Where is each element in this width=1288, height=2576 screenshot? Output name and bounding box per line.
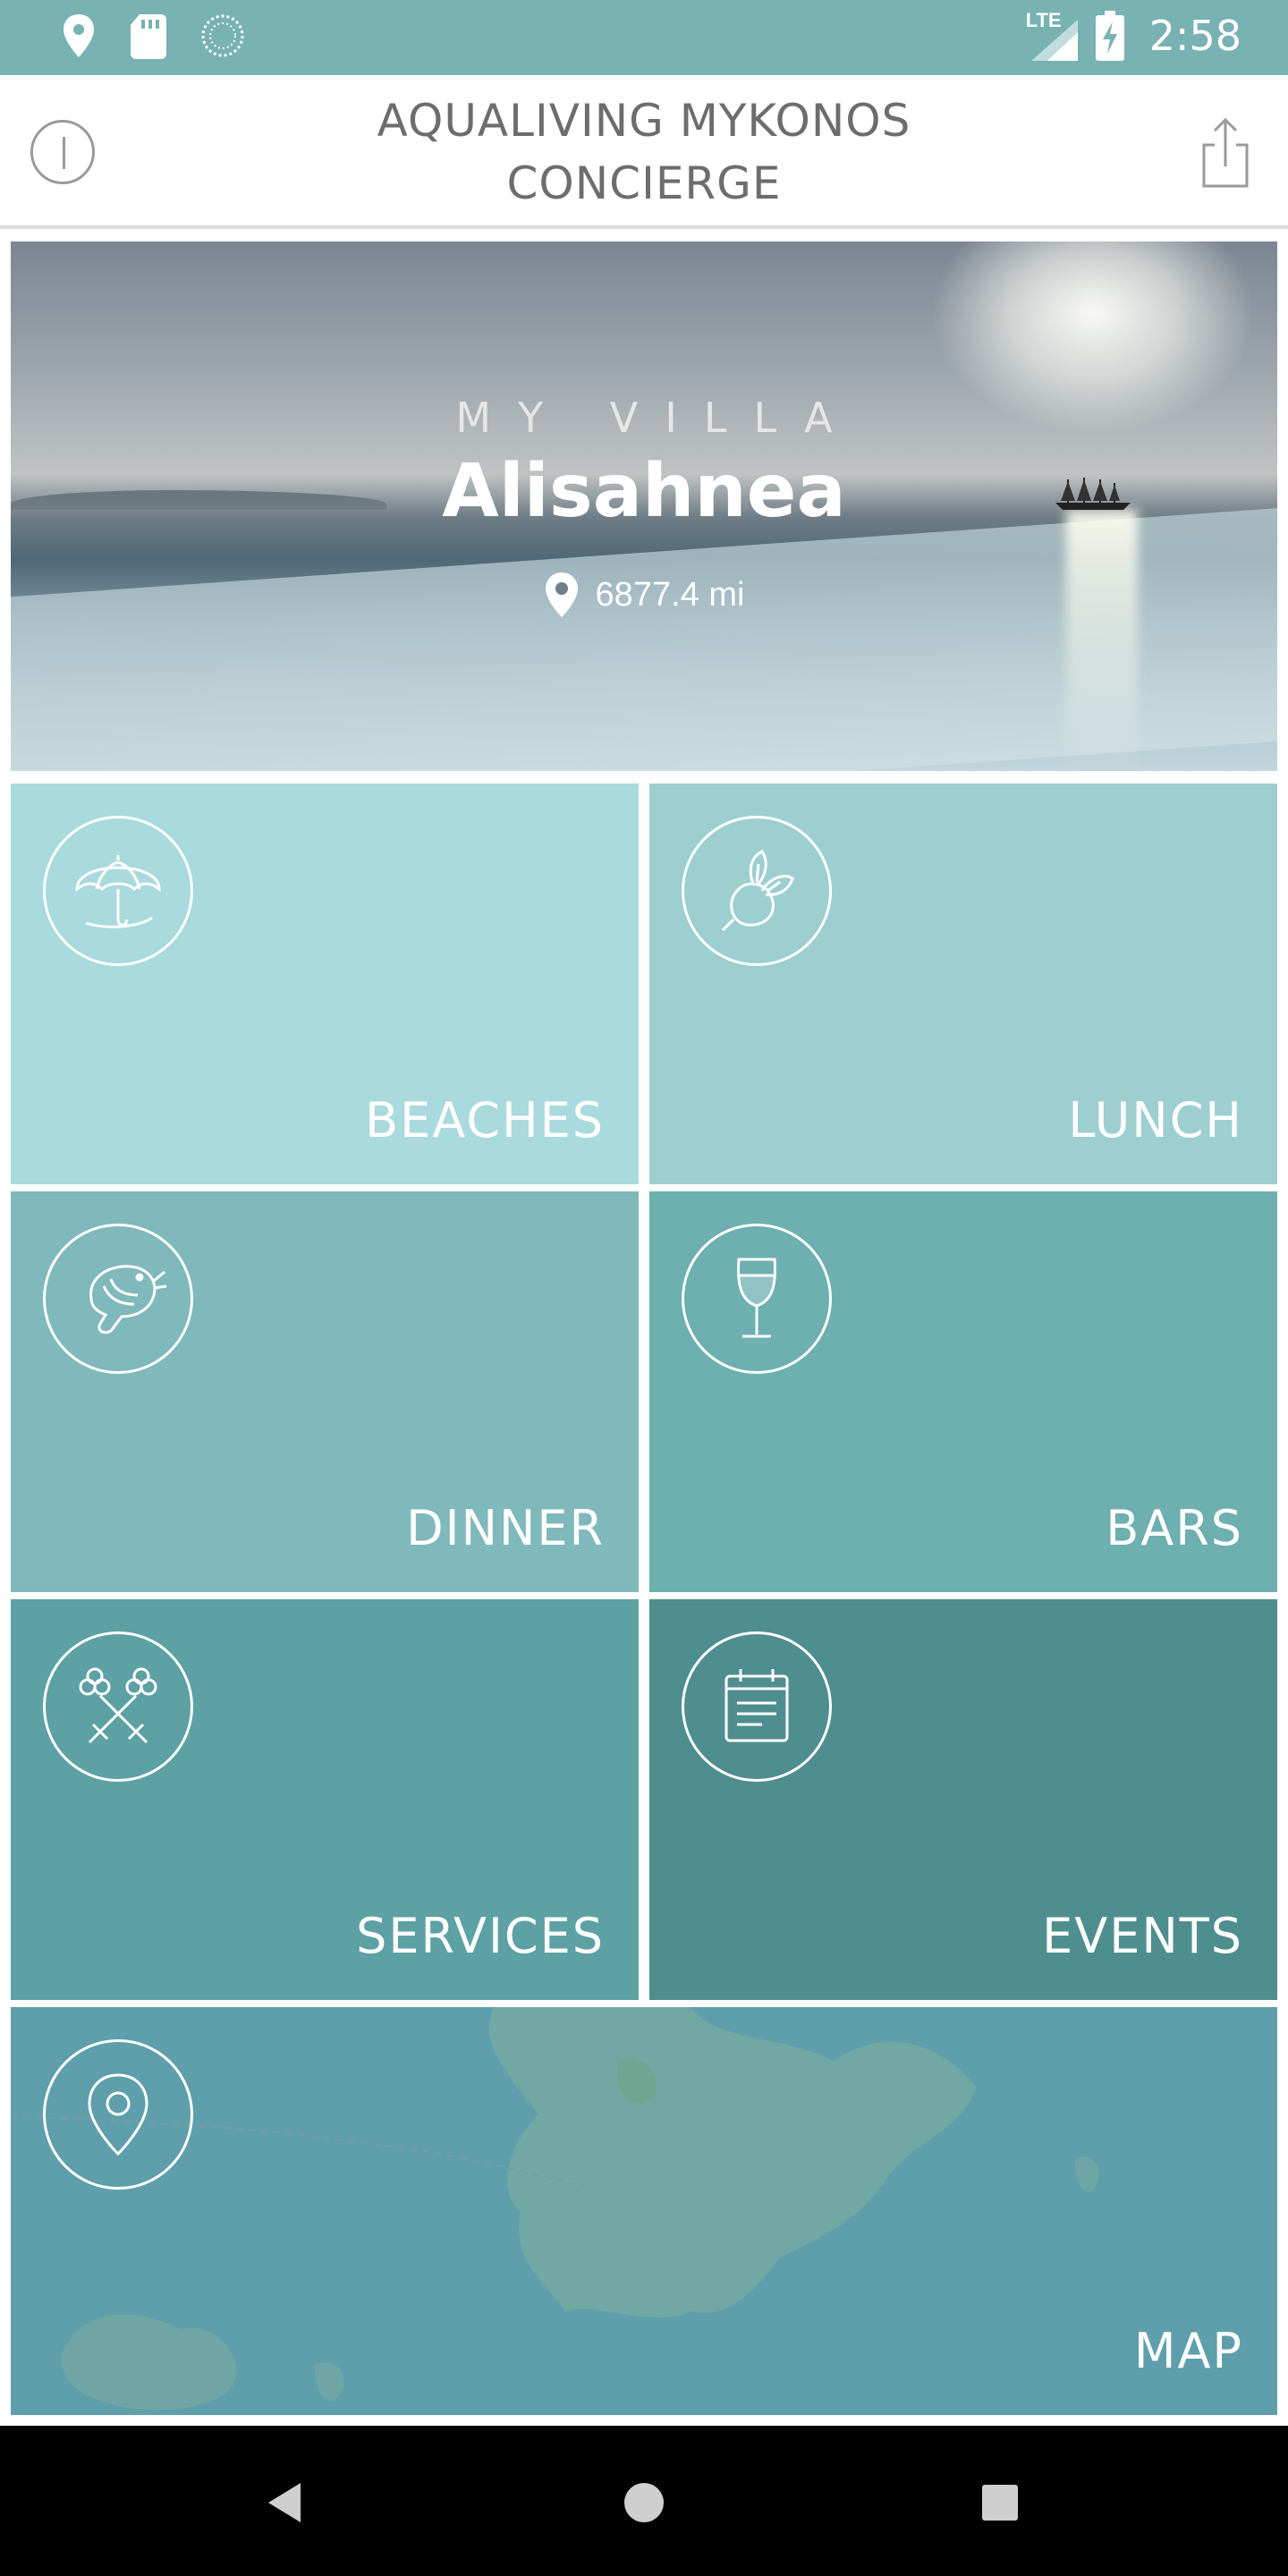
villa-hero[interactable]: MY VILLA Alisahnea 6877.4 mi — [11, 242, 1277, 771]
tile-services[interactable]: SERVICES — [11, 1599, 639, 2000]
tile-label: LUNCH — [1068, 1092, 1243, 1148]
sd-card-icon — [131, 14, 166, 59]
tile-dinner[interactable]: DINNER — [11, 1191, 639, 1592]
wine-glass-icon — [682, 1224, 832, 1374]
location-icon — [64, 14, 94, 57]
loading-icon — [201, 14, 244, 57]
share-icon[interactable] — [1199, 114, 1252, 190]
umbrella-icon — [43, 816, 193, 966]
page-title: AQUALIVING MYKONOS CONCIERGE — [268, 89, 1020, 215]
status-bar: LTE 2:58 — [0, 0, 1288, 75]
shrimp-icon — [43, 1224, 193, 1374]
villa-name: Alisahnea — [442, 449, 846, 534]
tile-label: EVENTS — [1042, 1908, 1243, 1964]
tile-label: DINNER — [406, 1500, 605, 1556]
tile-label: BARS — [1106, 1500, 1243, 1556]
tile-label: BEACHES — [365, 1092, 605, 1148]
clock: 2:58 — [1148, 12, 1241, 60]
battery-charging-icon — [1095, 11, 1124, 61]
calendar-icon — [682, 1631, 832, 1782]
tile-bars[interactable]: BARS — [649, 1191, 1277, 1592]
home-icon[interactable] — [623, 2481, 665, 2524]
tile-lunch[interactable]: LUNCH — [649, 784, 1277, 1184]
map-pin-icon — [43, 2039, 193, 2190]
radish-icon — [682, 816, 832, 966]
map-background-image — [11, 2007, 1098, 2411]
villa-distance: 6877.4 mi — [11, 571, 1277, 619]
recents-icon[interactable] — [980, 2483, 1020, 2522]
distance-value: 6877.4 mi — [595, 575, 745, 614]
tile-map[interactable]: MAP — [11, 2007, 1277, 2415]
keys-icon — [43, 1631, 193, 1782]
tile-label: SERVICES — [356, 1908, 605, 1964]
info-icon[interactable] — [30, 120, 95, 184]
back-icon[interactable] — [265, 2481, 304, 2524]
app-bar: AQUALIVING MYKONOS CONCIERGE — [0, 75, 1288, 229]
tile-label: MAP — [1133, 2323, 1243, 2379]
system-nav-bar — [0, 2426, 1288, 2576]
signal-icon: LTE — [1026, 9, 1081, 63]
title-line-1: AQUALIVING MYKONOS — [377, 95, 911, 147]
location-pin-icon — [545, 572, 578, 617]
hero-sun-reflection — [1066, 510, 1138, 771]
tile-beaches[interactable]: BEACHES — [11, 784, 639, 1184]
my-villa-label: MY VILLA — [455, 394, 860, 442]
title-line-2: CONCIERGE — [506, 157, 782, 209]
tile-events[interactable]: EVENTS — [649, 1599, 1277, 2000]
